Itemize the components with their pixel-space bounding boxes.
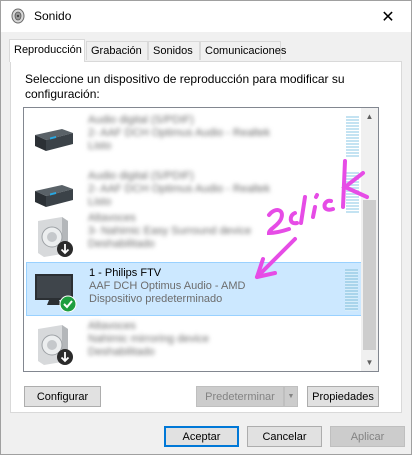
device-name: 1 - Philips FTV: [89, 267, 162, 279]
device-status: Dispositivo predeterminado: [89, 293, 223, 305]
instruction-text: Seleccione un dispositivo de reproducció…: [25, 72, 345, 101]
device-status: Listo: [88, 140, 112, 152]
digital-audio-receiver-icon: [35, 129, 73, 151]
scrollbar-thumb[interactable]: [363, 200, 376, 350]
close-button[interactable]: ✕: [365, 1, 411, 32]
monitor-default-icon: [35, 274, 77, 312]
device-item-selected[interactable]: 1 - Philips FTV AAF DCH Optimus Audio - …: [26, 262, 362, 316]
tab-grabacion[interactable]: Grabación: [86, 41, 148, 60]
properties-button[interactable]: Propiedades: [307, 386, 379, 407]
speaker-disabled-icon: [38, 217, 73, 257]
device-driver: 3- Nahimic Easy Surround device: [88, 225, 252, 237]
sound-dialog: Sonido ✕ Reproducción Grabación Sonidos …: [0, 0, 412, 455]
device-name: Audio digital (S/PDIF): [88, 170, 194, 182]
cancel-button[interactable]: Cancelar: [247, 426, 322, 447]
set-default-dropdown-icon[interactable]: ▼: [284, 386, 298, 407]
tab-comunicaciones[interactable]: Comunicaciones: [200, 41, 286, 60]
device-driver: 2- AAF DCH Optimus Audio - Realtek: [88, 127, 271, 139]
device-item[interactable]: Audio digital (S/PDIF) 2- AAF DCH Optimu…: [26, 110, 362, 164]
apply-button[interactable]: Aplicar: [330, 426, 405, 447]
title-bar: Sonido ✕: [1, 1, 411, 32]
scroll-up-arrow-icon[interactable]: ▲: [361, 108, 378, 125]
playback-device-list[interactable]: Audio digital (S/PDIF) 2- AAF DCH Optimu…: [23, 107, 379, 372]
device-item[interactable]: Altavoces Nahimic mirroring device Desha…: [26, 316, 362, 370]
device-name: Altavoces: [88, 320, 136, 332]
window-title: Sonido: [34, 9, 72, 23]
device-driver: AAF DCH Optimus Audio - AMD: [89, 280, 246, 292]
device-status: Deshabilitado: [88, 238, 155, 250]
configure-button[interactable]: Configurar: [24, 386, 101, 407]
tab-reproduccion[interactable]: Reproducción: [9, 39, 85, 62]
device-status: Listo: [88, 196, 112, 208]
device-item[interactable]: Altavoces 3- Nahimic Easy Surround devic…: [26, 208, 362, 262]
close-icon: ✕: [381, 8, 395, 26]
accept-button[interactable]: Aceptar: [164, 426, 239, 447]
device-driver: 2- AAF DCH Optimus Audio - Realtek: [88, 183, 271, 195]
scroll-down-arrow-icon[interactable]: ▼: [361, 354, 378, 371]
device-name: Audio digital (S/PDIF): [88, 114, 194, 126]
speaker-app-icon: [11, 8, 25, 24]
device-driver: Nahimic mirroring device: [88, 333, 210, 345]
volume-level-meter: [345, 269, 358, 311]
device-name: Altavoces: [88, 212, 136, 224]
device-list-scrollbar[interactable]: ▲ ▼: [361, 108, 378, 371]
device-status: Deshabilitado: [88, 346, 155, 358]
set-default-button[interactable]: Predeterminar: [196, 386, 284, 407]
speaker-disabled-icon: [38, 325, 73, 365]
playback-panel: Seleccione un dispositivo de reproducció…: [10, 61, 402, 413]
tab-sonidos[interactable]: Sonidos: [148, 41, 200, 60]
volume-level-meter: [346, 116, 359, 158]
